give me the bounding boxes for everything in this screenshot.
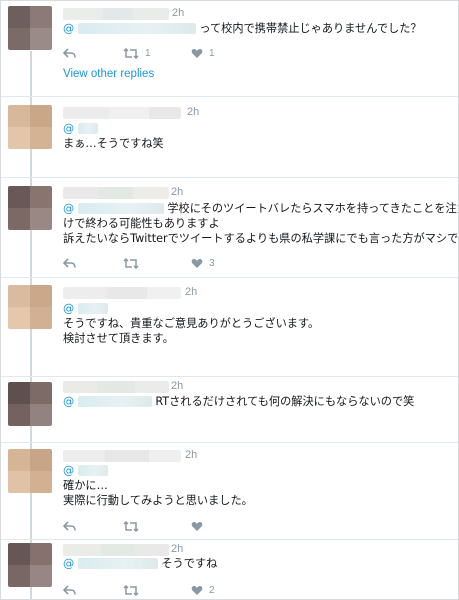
tweet-text: @ そうですね、貴重なご意見ありがとうございます。 検討させて頂きます。 [63,301,319,346]
mention-link[interactable]: @ [63,202,74,215]
tweet-text: @ 確かに… 実際に行動してみようと思いました。 [63,463,253,508]
mention-handle[interactable] [77,23,196,34]
tweet-actions: 2 [63,583,363,597]
tweet-text: @ RTされるだけされても何の解決にもならないので笑 [63,394,414,409]
mention-link[interactable]: @ [63,395,74,408]
mention-handle[interactable] [77,203,164,214]
avatar[interactable] [8,6,52,50]
view-other-replies-link[interactable]: View other replies [63,68,154,80]
reply-button[interactable] [63,583,76,597]
retweet-button[interactable] [123,519,145,533]
like-button[interactable]: 3 [191,256,215,270]
tweet-line: 確かに… [63,479,108,492]
tweet-line: 訴えたいならTwitterでツイートするよりも県の私学課にでも言った方がマシです… [63,232,459,245]
retweet-button[interactable] [123,256,145,270]
mention-handle[interactable] [77,465,108,476]
like-count: 2 [209,584,215,596]
retweet-icon [123,257,139,269]
tweet-text: @ まぁ…そうですね笑 [63,121,164,151]
avatar[interactable] [8,105,52,149]
like-button[interactable]: 1 [191,46,215,60]
avatar[interactable] [8,285,52,329]
tweet-timestamp[interactable]: 2h [171,186,183,198]
tweet-actions [63,519,363,533]
tweet-line: 学校にそのツイートバレたらスマホを持ってきたことを注意されるだ [167,202,458,215]
avatar[interactable] [8,543,52,587]
tweet-timestamp[interactable]: 2h [172,7,184,19]
tweet-text: @ そうですね [63,556,217,571]
reply-button[interactable] [63,519,76,533]
retweet-icon [123,520,139,532]
reply-button[interactable] [63,46,76,60]
tweet[interactable]: 2h @ RTされるだけされても何の解決にもならないので笑 [1,377,458,443]
tweet-actions: 1 1 [63,46,363,60]
mention-handle[interactable] [77,396,152,407]
tweet-line: まぁ…そうですね笑 [63,137,164,150]
retweet-count: 1 [145,47,151,59]
reply-icon [63,584,76,595]
mention-link[interactable]: @ [63,557,74,570]
like-button[interactable] [191,519,209,533]
display-name[interactable] [63,544,169,556]
like-icon [191,48,203,58]
display-name[interactable] [63,187,169,199]
mention-link[interactable]: @ [63,122,74,135]
tweet-line: 検討させて頂きます。 [63,332,174,345]
tweet[interactable]: 2h @ 確かに… 実際に行動してみようと思いました。 [1,443,458,540]
tweet-text: @ って校内で携帯禁止じゃありませんでした？ [63,21,422,36]
avatar[interactable] [8,382,52,426]
tweet-line: って校内で携帯禁止じゃありませんでした？ [199,22,422,35]
like-button[interactable]: 2 [191,583,215,597]
tweet[interactable]: 2h @ そうですね、貴重なご意見ありがとうございます。 検討させて頂きます。 [1,278,458,377]
like-icon [191,258,203,268]
conversation-thread: 2h @ って校内で携帯禁止じゃありませんでした？ 1 1 View other… [0,0,459,600]
tweet-actions: 3 [63,256,363,270]
tweet-line: けで終わる可能性もありますよ [63,217,220,230]
mention-handle[interactable] [77,123,98,134]
retweet-button[interactable] [123,583,145,597]
tweet[interactable]: 2h @ そうですね 2 [1,540,458,599]
display-name[interactable] [63,450,181,462]
reply-icon [63,257,76,268]
display-name[interactable] [63,107,181,119]
tweet-timestamp[interactable]: 2h [185,286,197,298]
mention-link[interactable]: @ [63,22,74,35]
tweet[interactable]: 2h @ まぁ…そうですね笑 [1,97,458,178]
like-icon [191,585,203,595]
display-name[interactable] [63,8,169,20]
like-count: 1 [209,47,215,59]
mention-link[interactable]: @ [63,464,74,477]
retweet-icon [123,47,139,59]
mention-link[interactable]: @ [63,302,74,315]
like-count: 3 [209,257,215,269]
tweet-timestamp[interactable]: 2h [187,106,199,118]
reply-icon [63,520,76,531]
mention-handle[interactable] [77,303,108,314]
display-name[interactable] [63,287,181,299]
avatar[interactable] [8,186,52,230]
mention-handle[interactable] [77,558,158,569]
tweet[interactable]: 2h @ 学校にそのツイートバレたらスマホを持ってきたことを注意されるだ けで終… [1,178,458,278]
tweet-line: そうですね [161,557,218,570]
tweet-timestamp[interactable]: 2h [185,449,197,461]
tweet-line: そうですね、貴重なご意見ありがとうございます。 [63,317,320,330]
display-name[interactable] [63,381,169,393]
retweet-icon [123,584,139,596]
tweet-line: RTされるだけされても何の解決にもならないので笑 [155,395,415,408]
reply-button[interactable] [63,256,76,270]
avatar[interactable] [8,449,52,493]
tweet-line: 実際に行動してみようと思いました。 [63,494,253,507]
like-icon [191,521,203,531]
tweet-timestamp[interactable]: 2h [171,543,183,555]
retweet-button[interactable]: 1 [123,46,151,60]
tweet-timestamp[interactable]: 2h [171,380,183,392]
tweet-text: @ 学校にそのツイートバレたらスマホを持ってきたことを注意されるだ けで終わる可… [63,201,459,246]
tweet[interactable]: 2h @ って校内で携帯禁止じゃありませんでした？ 1 1 View other… [1,1,458,97]
reply-icon [63,47,76,58]
